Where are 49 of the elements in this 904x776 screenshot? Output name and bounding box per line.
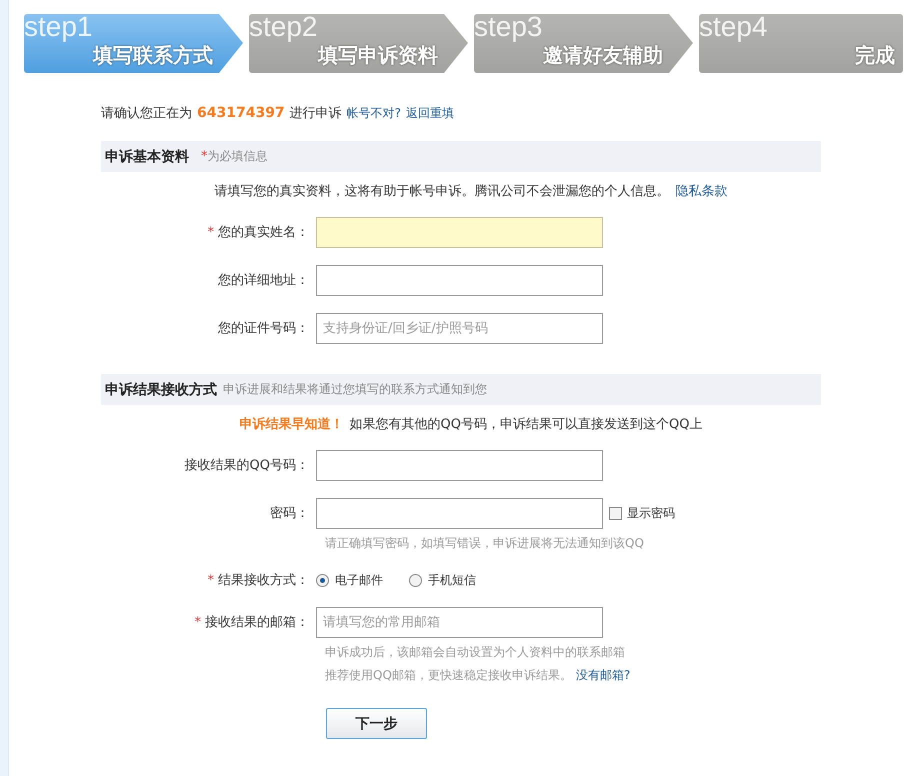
hint-text: 请正确填写密码，如填写错误，申诉进展将无法通知到该QQ [325,535,644,552]
required-mark: * [208,572,214,590]
step-title: 填写申诉资料 [316,42,439,69]
required-mark: * [201,149,208,164]
radio-label: 电子邮件 [335,572,383,589]
step-number: step3 [474,14,544,40]
hint-text: 申诉成功后，该邮箱会自动设置为个人资料中的联系邮箱 [325,644,625,661]
checkbox[interactable] [609,507,622,520]
link[interactable]: 帐号不对? [346,105,402,122]
confirm-text: 进行申诉 [290,105,342,122]
required-mark: * [194,614,201,632]
input-field[interactable]: 支持身份证/回乡证/护照号码 [316,313,603,344]
field-label: 您的详细地址： [218,272,309,290]
required-mark: * [208,224,214,242]
field-label: 接收结果的QQ号码： [184,457,309,475]
input-field[interactable] [316,217,603,248]
step-title: 完成 [854,42,896,69]
hint-text: 推荐使用QQ邮箱，更快速稳定接收申诉结果。 [325,667,572,684]
field-label: 接收结果的邮箱： [205,614,309,632]
field-label: 您的证件号码： [218,320,309,338]
confirm-text: 请确认您正在为 [101,105,192,122]
no-email-link[interactable]: 没有邮箱? [576,667,630,684]
field-label: 您的真实姓名： [218,224,309,242]
link[interactable]: 返回重填 [406,105,454,122]
radio-button[interactable] [316,574,329,587]
step-title: 填写联系方式 [91,42,214,69]
step-title: 邀请好友辅助 [542,42,664,69]
privacy-link[interactable]: 隐私条款 [676,182,728,200]
intro-text: 如果您有其他的QQ号码，申诉结果可以直接发送到这个QQ上 [350,416,702,433]
radio-label: 手机短信 [428,572,476,589]
input-field[interactable]: 请填写您的常用邮箱 [316,607,603,638]
step-number: step4 [699,14,768,40]
next-step-button[interactable]: 下一步 [326,708,427,739]
intro-text: 请填写您的真实资料，这将有助于帐号申诉。腾讯公司不会泄漏您的个人信息。 [214,183,670,200]
step-number: step2 [249,14,318,40]
field-label: 密码： [270,505,309,523]
account-number: 643174397 [197,105,285,121]
section-title: 申诉基本资料 [105,148,189,166]
section-title: 申诉结果接收方式 [105,380,217,398]
input-field[interactable] [316,498,603,529]
field-label: 结果接收方式： [218,572,309,590]
step-number: step1 [24,14,94,40]
radio-button[interactable] [409,574,422,587]
section-note: 申诉进展和结果将通过您填写的联系方式通知到您 [223,381,487,398]
section-note: 为必填信息 [208,148,268,165]
checkbox-label: 显示密码 [627,505,675,522]
input-field[interactable] [316,450,603,481]
input-field[interactable] [316,265,603,296]
intro-highlight: 申诉结果早知道！ [240,416,344,433]
